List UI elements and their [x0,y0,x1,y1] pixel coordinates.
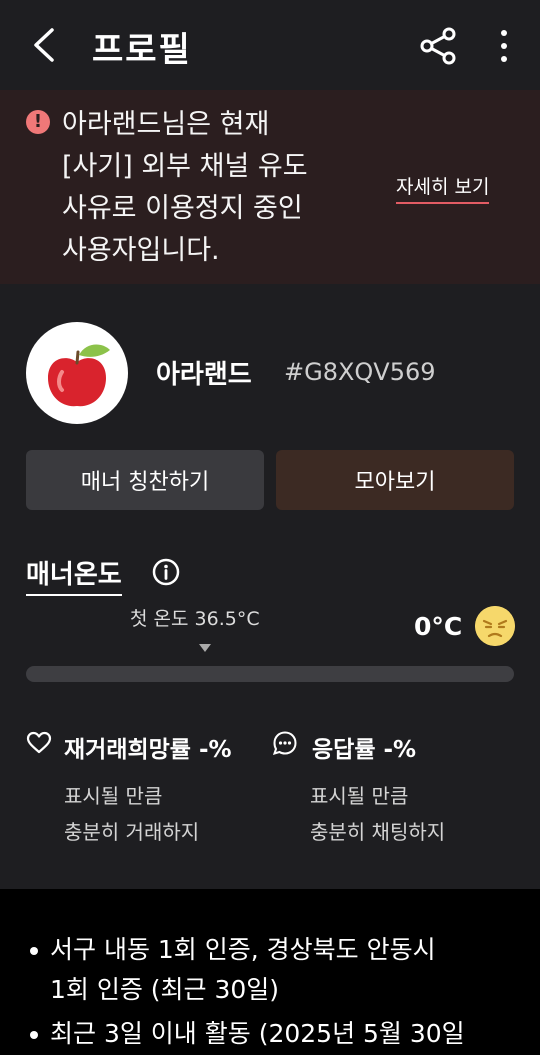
view-details-link[interactable]: 자세히 보기 [396,172,490,204]
rebuy-rate: 재거래희망률 -% [64,737,232,763]
page-title: 프로필 [92,30,192,70]
app-header [0,0,540,90]
warning-icon: ! [26,110,50,134]
first-temperature-marker [199,644,211,652]
share-icon[interactable] [418,26,458,66]
more-options-icon[interactable] [490,26,518,66]
nickname: 아라랜드 [156,360,252,390]
list-bullet [30,947,38,955]
praise-manner-button[interactable]: 매너 칭찬하기 [26,450,264,510]
current-temperature: 0°C [414,612,463,641]
chat-bubble-icon [272,731,297,756]
user-code: #G8XQV569 [284,358,436,386]
collect-button[interactable]: 모아보기 [276,450,514,510]
info-icon[interactable] [152,558,180,586]
list-item: 서구 내동 1회 인증, 경상북도 안동시 1회 인증 (최근 30일) [50,935,436,1004]
back-arrow-icon[interactable] [28,24,62,66]
apple-icon [48,344,110,407]
temperature-bar [26,666,514,682]
rebuy-rate-note: 표시될 만큼 충분히 거래하지 [64,784,200,844]
manner-temperature-title[interactable]: 매너온도 [26,554,122,596]
response-rate: 응답률 -% [312,737,417,763]
list-item: 최근 3일 이내 활동 (2025년 5월 30일 [50,1019,465,1048]
response-rate-note: 표시될 만큼 충분히 채팅하지 [310,784,446,844]
suspension-message: 아라랜드님은 현재 [사기] 외부 채널 유도 사유로 이용정지 중인 사용자입… [62,109,308,266]
avatar[interactable] [26,322,128,424]
list-bullet [30,1031,38,1039]
sad-face-icon [475,606,515,646]
heart-icon [26,731,52,754]
first-temperature-label: 첫 온도 36.5°C [130,608,260,630]
